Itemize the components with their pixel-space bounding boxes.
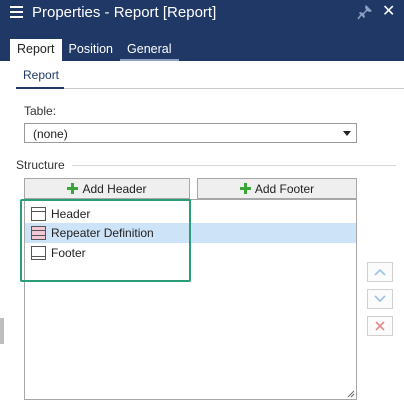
subtab-divider [16,88,404,89]
plus-icon [67,183,79,194]
subtab-active-indicator [16,87,64,89]
plus-icon [239,183,251,194]
table-select-value: (none) [33,127,68,141]
move-down-button[interactable] [367,289,393,309]
tab-position[interactable]: Position [62,39,120,61]
hamburger-icon[interactable] [10,6,23,18]
list-item-footer[interactable]: Footer [25,243,356,263]
footer-band-icon [31,246,46,260]
structure-divider [72,165,396,166]
tab-report[interactable]: Report [10,39,62,61]
window-title: Properties - Report [Report] [32,4,217,21]
list-item-label: Footer [51,246,86,260]
move-up-button[interactable] [367,262,393,282]
add-header-label: Add Header [82,181,147,196]
table-select[interactable]: (none) [24,123,357,143]
chevron-down-icon [374,295,386,303]
remove-button[interactable] [367,316,393,336]
properties-titlebar: Properties - Report [Report] ✕ Report Po… [0,0,404,61]
pin-icon[interactable] [357,4,373,20]
subtab-report[interactable]: Report [23,68,59,82]
list-item-header[interactable]: Header [25,204,356,224]
add-footer-button[interactable]: Add Footer [197,178,357,199]
chevron-up-icon [374,268,386,276]
list-item-label: Repeater Definition [51,226,154,240]
structure-list[interactable]: Header Repeater Definition Footer [24,199,357,400]
dropdown-arrow-icon [343,131,351,136]
structure-heading: Structure [16,158,65,172]
tab-strip: Report Position General [10,39,179,61]
header-band-icon [31,207,46,221]
add-header-button[interactable]: Add Header [24,178,190,199]
panel-splitter-handle[interactable] [0,318,4,344]
close-icon[interactable]: ✕ [382,4,395,20]
repeater-band-icon [31,226,46,240]
add-footer-label: Add Footer [254,181,315,196]
tab-general[interactable]: General [120,39,179,61]
list-item-repeater-definition[interactable]: Repeater Definition [25,223,356,243]
table-label: Table: [24,104,57,118]
resize-grip-icon[interactable] [347,390,355,398]
list-item-label: Header [51,207,91,221]
remove-x-icon [375,321,385,331]
